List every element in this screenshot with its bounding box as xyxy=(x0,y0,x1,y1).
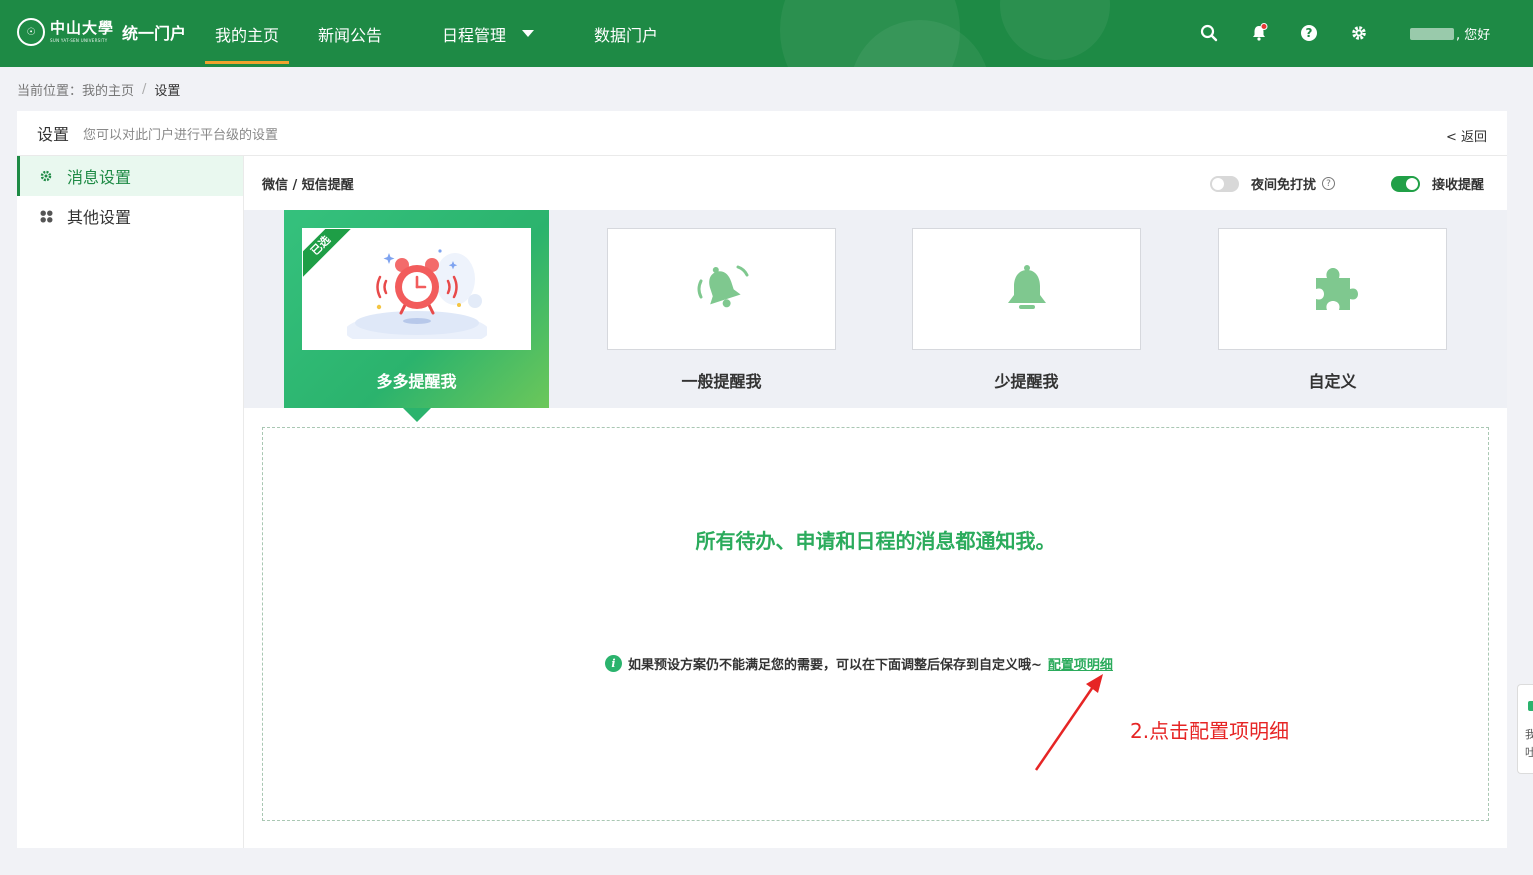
mode-label: 自定义 xyxy=(1308,372,1357,391)
breadcrumb-prefix: 当前位置： xyxy=(17,84,83,99)
chevron-down-icon xyxy=(522,30,535,37)
sidebar-item-label: 其他设置 xyxy=(67,208,132,227)
mode-option-normal[interactable]: 一般提醒我 xyxy=(589,210,854,408)
receive-reminder-toggle[interactable] xyxy=(1391,175,1420,192)
night-mode-setting: 夜间免打扰 ? xyxy=(1210,174,1336,193)
top-navigation-bar: ☉ 中山大學 SUN YAT-SEN UNIVERSITY 统一门户 我的主页 … xyxy=(0,0,1533,67)
mode-card xyxy=(912,228,1141,350)
gear-icon[interactable] xyxy=(1348,22,1370,44)
mode-label: 一般提醒我 xyxy=(681,372,762,391)
mode-card: 已选 xyxy=(302,228,531,350)
nav-item-schedule[interactable]: 日程管理 xyxy=(442,0,535,67)
floating-tab-text: 吐 xyxy=(1525,747,1533,758)
mode-card xyxy=(1218,228,1447,350)
selected-pointer xyxy=(403,408,431,422)
receive-reminder-setting: 接收提醒 xyxy=(1391,174,1484,193)
breadcrumb: 当前位置： 我的主页 / 设置 xyxy=(17,80,180,99)
svg-text:?: ? xyxy=(1306,26,1313,40)
breadcrumb-separator: / xyxy=(142,82,147,97)
page-description: 您可以对此门户进行平台级的设置 xyxy=(83,127,279,143)
greeting-text: , 您好 xyxy=(1456,28,1491,43)
logo-english-name: SUN YAT-SEN UNIVERSITY xyxy=(50,38,108,43)
nav-item-label: 我的主页 xyxy=(215,25,280,45)
mode-detail-box: 所有待办、申请和日程的消息都通知我。 i 如果预设方案仍不能满足您的需要，可以在… xyxy=(262,427,1489,821)
nav-item-label: 日程管理 xyxy=(442,25,507,45)
nav-item-label: 新闻公告 xyxy=(318,25,383,45)
puzzle-icon xyxy=(1315,268,1358,310)
breadcrumb-item-home[interactable]: 我的主页 xyxy=(82,80,134,99)
grid-icon xyxy=(39,209,53,223)
bell-icon xyxy=(1007,265,1046,309)
username-redacted xyxy=(1410,27,1454,40)
nav-item-home[interactable]: 我的主页 xyxy=(205,0,290,67)
annotation-text: 2.点击配置项明细 xyxy=(1130,719,1290,743)
content-header: 微信 / 短信提醒 夜间免打扰 ? 接收提醒 xyxy=(244,156,1507,210)
floating-tab-text: 我 xyxy=(1525,729,1533,740)
night-mode-toggle[interactable] xyxy=(1210,175,1239,192)
nav-item-data-portal[interactable]: 数据门户 xyxy=(594,0,658,67)
mode-card xyxy=(607,228,836,350)
user-greeting[interactable]: , 您好 xyxy=(1410,24,1490,43)
receive-reminder-label: 接收提醒 xyxy=(1432,178,1485,193)
mode-option-frequent[interactable]: 已选 多多提醒我 xyxy=(284,210,549,422)
logo-chinese-name: 中山大學 xyxy=(50,19,115,37)
main-nav: 我的主页 新闻公告 日程管理 数据门户 xyxy=(205,0,658,67)
app-name: 统一门户 xyxy=(122,24,187,43)
nav-item-news[interactable]: 新闻公告 xyxy=(318,0,382,67)
decorative-circle xyxy=(1000,0,1110,60)
alarm-clock-icon xyxy=(346,249,487,339)
university-seal-icon: ☉ xyxy=(17,18,45,46)
back-button[interactable]: < 返回 xyxy=(1446,126,1487,145)
hint-text: 如果预设方案仍不能满足您的需要，可以在下面调整后保存到自定义哦~ xyxy=(628,658,1042,673)
sidebar-item-other-settings[interactable]: 其他设置 xyxy=(17,196,243,236)
config-details-link[interactable]: 配置项明细 xyxy=(1048,654,1113,673)
page-title: 设置 xyxy=(37,125,70,144)
mode-label: 多多提醒我 xyxy=(376,372,457,391)
mode-label: 少提醒我 xyxy=(994,372,1059,391)
sidebar-item-message-settings[interactable]: 消息设置 xyxy=(17,156,243,196)
ringing-bell-icon xyxy=(697,265,748,308)
university-logo[interactable]: ☉ 中山大學 SUN YAT-SEN UNIVERSITY 统一门户 xyxy=(17,18,186,46)
question-circle-icon[interactable]: ? xyxy=(1322,177,1336,190)
settings-sidebar: 消息设置 其他设置 xyxy=(17,156,244,848)
info-icon: i xyxy=(605,655,622,672)
breadcrumb-item-current: 设置 xyxy=(154,84,181,99)
mode-option-custom[interactable]: 自定义 xyxy=(1200,210,1465,408)
reminder-mode-selector: 已选 多多提醒我 一般提醒我 少提醒我 自定义 xyxy=(244,210,1507,422)
panel-header: 设置 您可以对此门户进行平台级的设置 < 返回 xyxy=(17,111,1507,156)
section-title: 微信 / 短信提醒 xyxy=(262,177,354,193)
mode-option-less[interactable]: 少提醒我 xyxy=(894,210,1159,408)
search-icon[interactable] xyxy=(1198,22,1220,44)
message-settings-content: 微信 / 短信提醒 夜间免打扰 ? 接收提醒 已选 多多提醒我 一般提醒我 少提… xyxy=(244,156,1507,848)
gear-icon xyxy=(39,169,53,183)
help-icon[interactable]: ? xyxy=(1298,22,1320,44)
customize-hint: i 如果预设方案仍不能满足您的需要，可以在下面调整后保存到自定义哦~ 配置项明细 xyxy=(605,654,1113,673)
bell-icon[interactable] xyxy=(1248,22,1270,44)
night-mode-label: 夜间免打扰 xyxy=(1251,178,1317,193)
sidebar-item-label: 消息设置 xyxy=(67,168,132,187)
feedback-icon xyxy=(1528,701,1533,711)
nav-item-label: 数据门户 xyxy=(594,25,659,45)
mode-description: 所有待办、申请和日程的消息都通知我。 xyxy=(695,529,1056,553)
floating-feedback-tab[interactable]: 我 吐 xyxy=(1517,684,1533,774)
